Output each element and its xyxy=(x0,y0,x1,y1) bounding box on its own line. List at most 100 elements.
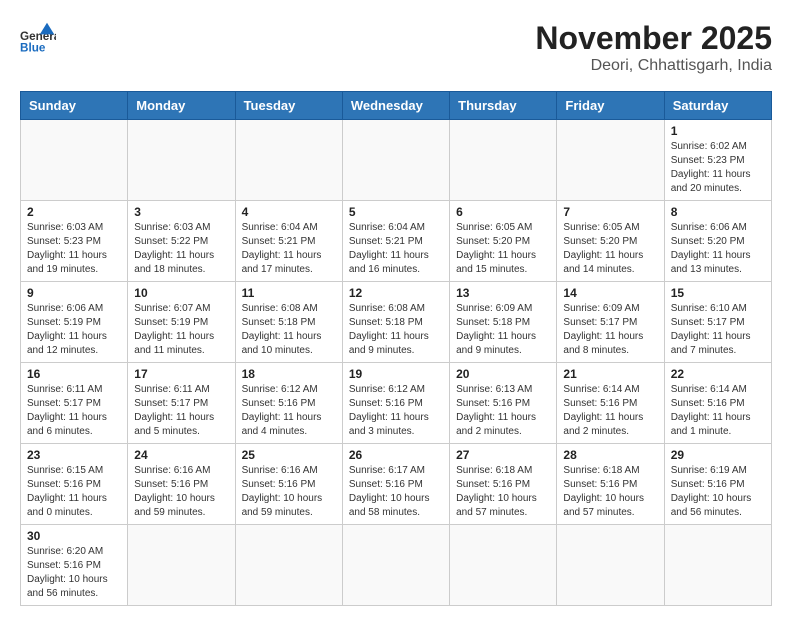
day-info: Sunrise: 6:19 AM Sunset: 5:16 PM Dayligh… xyxy=(671,464,765,520)
day-info: Sunrise: 6:14 AM Sunset: 5:16 PM Dayligh… xyxy=(671,383,765,439)
day-info: Sunrise: 6:08 AM Sunset: 5:18 PM Dayligh… xyxy=(349,302,443,358)
calendar-cell: 14 Sunrise: 6:09 AM Sunset: 5:17 PM Dayli… xyxy=(557,282,664,363)
calendar-day-header-wednesday: Wednesday xyxy=(342,92,449,120)
calendar-cell: 18 Sunrise: 6:12 AM Sunset: 5:16 PM Dayli… xyxy=(235,363,342,444)
calendar-day-header-monday: Monday xyxy=(128,92,235,120)
day-info: Sunrise: 6:16 AM Sunset: 5:16 PM Dayligh… xyxy=(242,464,336,520)
calendar-week-row: 16 Sunrise: 6:11 AM Sunset: 5:17 PM Dayli… xyxy=(21,363,772,444)
day-info: Sunrise: 6:05 AM Sunset: 5:20 PM Dayligh… xyxy=(563,221,657,277)
day-info: Sunrise: 6:05 AM Sunset: 5:20 PM Dayligh… xyxy=(456,221,550,277)
day-number: 19 xyxy=(349,367,443,381)
calendar-cell xyxy=(21,120,128,201)
calendar-cell: 30 Sunrise: 6:20 AM Sunset: 5:16 PM Dayli… xyxy=(21,525,128,606)
logo-icon: General Blue xyxy=(20,20,56,56)
day-info: Sunrise: 6:02 AM Sunset: 5:23 PM Dayligh… xyxy=(671,140,765,196)
day-number: 12 xyxy=(349,286,443,300)
day-number: 18 xyxy=(242,367,336,381)
svg-text:Blue: Blue xyxy=(20,42,46,55)
page-title: November 2025 xyxy=(535,20,772,57)
day-info: Sunrise: 6:14 AM Sunset: 5:16 PM Dayligh… xyxy=(563,383,657,439)
calendar-cell xyxy=(128,525,235,606)
calendar-cell: 20 Sunrise: 6:13 AM Sunset: 5:16 PM Dayli… xyxy=(450,363,557,444)
day-info: Sunrise: 6:13 AM Sunset: 5:16 PM Dayligh… xyxy=(456,383,550,439)
logo: General Blue xyxy=(20,20,56,56)
day-info: Sunrise: 6:08 AM Sunset: 5:18 PM Dayligh… xyxy=(242,302,336,358)
day-info: Sunrise: 6:07 AM Sunset: 5:19 PM Dayligh… xyxy=(134,302,228,358)
page-subtitle: Deori, Chhattisgarh, India xyxy=(535,57,772,75)
day-number: 3 xyxy=(134,205,228,219)
calendar-cell xyxy=(235,525,342,606)
calendar-cell: 25 Sunrise: 6:16 AM Sunset: 5:16 PM Dayli… xyxy=(235,444,342,525)
day-number: 20 xyxy=(456,367,550,381)
calendar-cell: 1 Sunrise: 6:02 AM Sunset: 5:23 PM Daylig… xyxy=(664,120,771,201)
day-info: Sunrise: 6:12 AM Sunset: 5:16 PM Dayligh… xyxy=(242,383,336,439)
calendar-cell: 26Sunrise: 6:17 AM Sunset: 5:16 PM Dayli… xyxy=(342,444,449,525)
day-number: 21 xyxy=(563,367,657,381)
calendar-day-header-tuesday: Tuesday xyxy=(235,92,342,120)
calendar-cell: 15 Sunrise: 6:10 AM Sunset: 5:17 PM Dayli… xyxy=(664,282,771,363)
day-number: 15 xyxy=(671,286,765,300)
calendar-cell xyxy=(450,525,557,606)
calendar-cell: 7 Sunrise: 6:05 AM Sunset: 5:20 PM Daylig… xyxy=(557,201,664,282)
calendar-cell: 19 Sunrise: 6:12 AM Sunset: 5:16 PM Dayli… xyxy=(342,363,449,444)
day-info: Sunrise: 6:03 AM Sunset: 5:23 PM Dayligh… xyxy=(27,221,121,277)
day-number: 23 xyxy=(27,448,121,462)
calendar-cell: 13 Sunrise: 6:09 AM Sunset: 5:18 PM Dayli… xyxy=(450,282,557,363)
calendar-day-header-saturday: Saturday xyxy=(664,92,771,120)
calendar-cell: 8 Sunrise: 6:06 AM Sunset: 5:20 PM Daylig… xyxy=(664,201,771,282)
calendar-cell: 21 Sunrise: 6:14 AM Sunset: 5:16 PM Dayli… xyxy=(557,363,664,444)
calendar-week-row: 2Sunrise: 6:03 AM Sunset: 5:23 PM Daylig… xyxy=(21,201,772,282)
day-info: Sunrise: 6:06 AM Sunset: 5:20 PM Dayligh… xyxy=(671,221,765,277)
day-info: Sunrise: 6:04 AM Sunset: 5:21 PM Dayligh… xyxy=(349,221,443,277)
day-number: 17 xyxy=(134,367,228,381)
day-number: 16 xyxy=(27,367,121,381)
day-number: 25 xyxy=(242,448,336,462)
calendar-cell: 22 Sunrise: 6:14 AM Sunset: 5:16 PM Dayli… xyxy=(664,363,771,444)
day-number: 22 xyxy=(671,367,765,381)
day-info: Sunrise: 6:11 AM Sunset: 5:17 PM Dayligh… xyxy=(27,383,121,439)
calendar-table: SundayMondayTuesdayWednesdayThursdayFrid… xyxy=(20,91,772,606)
day-number: 28 xyxy=(563,448,657,462)
day-number: 13 xyxy=(456,286,550,300)
calendar-week-row: 1 Sunrise: 6:02 AM Sunset: 5:23 PM Daylig… xyxy=(21,120,772,201)
calendar-cell xyxy=(342,525,449,606)
day-number: 14 xyxy=(563,286,657,300)
calendar-cell: 6Sunrise: 6:05 AM Sunset: 5:20 PM Daylig… xyxy=(450,201,557,282)
day-number: 11 xyxy=(242,286,336,300)
calendar-cell xyxy=(664,525,771,606)
calendar-cell xyxy=(450,120,557,201)
calendar-cell: 12 Sunrise: 6:08 AM Sunset: 5:18 PM Dayli… xyxy=(342,282,449,363)
day-info: Sunrise: 6:09 AM Sunset: 5:18 PM Dayligh… xyxy=(456,302,550,358)
day-info: Sunrise: 6:06 AM Sunset: 5:19 PM Dayligh… xyxy=(27,302,121,358)
calendar-cell: 10 Sunrise: 6:07 AM Sunset: 5:19 PM Dayli… xyxy=(128,282,235,363)
day-info: Sunrise: 6:09 AM Sunset: 5:17 PM Dayligh… xyxy=(563,302,657,358)
calendar-cell: 17 Sunrise: 6:11 AM Sunset: 5:17 PM Dayli… xyxy=(128,363,235,444)
calendar-cell: 4Sunrise: 6:04 AM Sunset: 5:21 PM Daylig… xyxy=(235,201,342,282)
day-info: Sunrise: 6:20 AM Sunset: 5:16 PM Dayligh… xyxy=(27,545,121,601)
day-number: 10 xyxy=(134,286,228,300)
calendar-cell: 11 Sunrise: 6:08 AM Sunset: 5:18 PM Dayli… xyxy=(235,282,342,363)
day-number: 1 xyxy=(671,124,765,138)
day-info: Sunrise: 6:11 AM Sunset: 5:17 PM Dayligh… xyxy=(134,383,228,439)
day-number: 7 xyxy=(563,205,657,219)
day-info: Sunrise: 6:18 AM Sunset: 5:16 PM Dayligh… xyxy=(456,464,550,520)
calendar-cell xyxy=(342,120,449,201)
day-info: Sunrise: 6:12 AM Sunset: 5:16 PM Dayligh… xyxy=(349,383,443,439)
day-info: Sunrise: 6:15 AM Sunset: 5:16 PM Dayligh… xyxy=(27,464,121,520)
day-number: 8 xyxy=(671,205,765,219)
day-info: Sunrise: 6:10 AM Sunset: 5:17 PM Dayligh… xyxy=(671,302,765,358)
day-number: 30 xyxy=(27,529,121,543)
calendar-cell: 16 Sunrise: 6:11 AM Sunset: 5:17 PM Dayli… xyxy=(21,363,128,444)
page-header: General Blue November 2025 Deori, Chhatt… xyxy=(20,20,772,75)
calendar-cell xyxy=(557,120,664,201)
calendar-cell xyxy=(235,120,342,201)
calendar-week-row: 30 Sunrise: 6:20 AM Sunset: 5:16 PM Dayli… xyxy=(21,525,772,606)
calendar-week-row: 9Sunrise: 6:06 AM Sunset: 5:19 PM Daylig… xyxy=(21,282,772,363)
calendar-cell: 27Sunrise: 6:18 AM Sunset: 5:16 PM Dayli… xyxy=(450,444,557,525)
calendar-day-header-sunday: Sunday xyxy=(21,92,128,120)
calendar-cell: 9Sunrise: 6:06 AM Sunset: 5:19 PM Daylig… xyxy=(21,282,128,363)
calendar-cell: 28Sunrise: 6:18 AM Sunset: 5:16 PM Dayli… xyxy=(557,444,664,525)
calendar-cell xyxy=(128,120,235,201)
calendar-header-row: SundayMondayTuesdayWednesdayThursdayFrid… xyxy=(21,92,772,120)
day-number: 26 xyxy=(349,448,443,462)
